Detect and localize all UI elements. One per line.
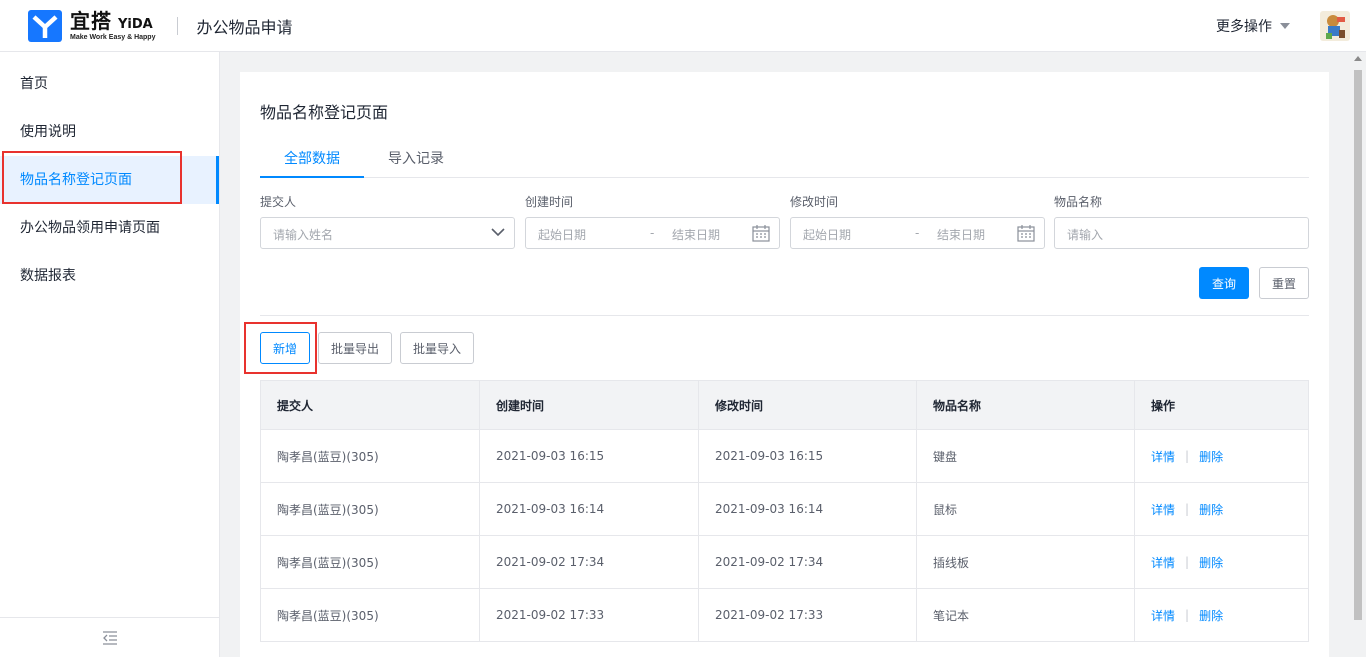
created-start-placeholder: 起始日期	[538, 228, 587, 242]
table-row: 陶孝昌(蓝豆)(305) 2021-09-02 17:34 2021-09-02…	[261, 535, 1308, 588]
column-header-actions: 操作	[1134, 381, 1308, 429]
cell-submitter: 陶孝昌(蓝豆)(305)	[277, 555, 379, 570]
cell-modified: 2021-09-03 16:14	[698, 483, 916, 535]
sidebar-item-home[interactable]: 首页	[0, 60, 219, 108]
item-name-placeholder: 请输入	[1067, 228, 1104, 242]
page-scrollbar[interactable]	[1350, 52, 1366, 657]
detail-link[interactable]: 详情	[1151, 607, 1175, 624]
sidebar-item-data-report[interactable]: 数据报表	[0, 252, 219, 300]
collapse-menu-icon	[102, 630, 117, 645]
submitter-label: 提交人	[260, 195, 297, 209]
table-header-row: 提交人 创建时间 修改时间 物品名称 操作	[261, 381, 1308, 429]
search-button[interactable]: 查询	[1199, 267, 1249, 299]
action-separator: |	[1185, 608, 1190, 622]
yida-logo-icon	[28, 9, 62, 42]
created-end-placeholder: 结束日期	[672, 228, 721, 242]
cell-actions: 详情 | 删除	[1134, 536, 1308, 588]
cell-item: 插线板	[916, 536, 1134, 588]
cell-item: 鼠标	[916, 483, 1134, 535]
submitter-placeholder: 请输入姓名	[273, 228, 334, 242]
created-range-separator: -	[650, 226, 655, 240]
cell-actions: 详情 | 删除	[1134, 483, 1308, 535]
created-date-range[interactable]: 起始日期 - 结束日期	[525, 217, 780, 249]
detail-link[interactable]: 详情	[1151, 501, 1175, 518]
cell-created: 2021-09-02 17:33	[479, 589, 698, 641]
cell-actions: 详情 | 删除	[1134, 589, 1308, 641]
top-header: 宜搭 YiDA Make Work Easy & Happy 办公物品申请 更多…	[0, 0, 1366, 52]
tabs: 全部数据 导入记录	[260, 148, 1309, 178]
modified-end-placeholder: 结束日期	[937, 228, 986, 242]
cell-submitter: 陶孝昌(蓝豆)(305)	[277, 608, 379, 623]
cell-submitter: 陶孝昌(蓝豆)(305)	[277, 502, 379, 517]
action-separator: |	[1185, 502, 1190, 516]
table-row: 陶孝昌(蓝豆)(305) 2021-09-02 17:33 2021-09-02…	[261, 588, 1308, 641]
batch-export-button[interactable]: 批量导出	[318, 332, 392, 364]
filter-divider	[260, 315, 1309, 316]
user-avatar[interactable]	[1320, 11, 1350, 41]
more-operations-label: 更多操作	[1216, 19, 1272, 35]
page-title: 物品名称登记页面	[260, 103, 389, 122]
yida-logo[interactable]: 宜搭 YiDA Make Work Easy & Happy	[28, 8, 156, 42]
table-row: 陶孝昌(蓝豆)(305) 2021-09-03 16:15 2021-09-03…	[261, 429, 1308, 482]
main-card: 物品名称登记页面 全部数据 导入记录 提交人 请输入姓名 创建时间 起始日期 -…	[240, 72, 1329, 657]
action-separator: |	[1185, 555, 1190, 569]
modified-range-separator: -	[915, 226, 920, 240]
logo-slogan: Make Work Easy & Happy	[70, 33, 156, 41]
delete-link[interactable]: 删除	[1199, 501, 1223, 518]
submitter-select[interactable]: 请输入姓名	[260, 217, 515, 249]
tab-import-records-label: 导入记录	[388, 151, 444, 167]
tab-all-data-label: 全部数据	[284, 151, 340, 167]
sidebar-item-instructions[interactable]: 使用说明	[0, 108, 219, 156]
cell-actions: 详情 | 删除	[1134, 430, 1308, 482]
column-header-modified: 修改时间	[698, 381, 916, 429]
column-header-submitter: 提交人	[277, 398, 314, 413]
scrollbar-thumb[interactable]	[1354, 70, 1362, 620]
collapse-sidebar-button[interactable]	[0, 617, 219, 657]
add-button-highlight-box	[244, 322, 317, 374]
modified-time-label: 修改时间	[790, 195, 839, 209]
logo-cn-text: 宜搭	[70, 8, 112, 33]
modified-date-range[interactable]: 起始日期 - 结束日期	[790, 217, 1045, 249]
reset-button[interactable]: 重置	[1259, 267, 1309, 299]
caret-down-icon	[1280, 23, 1290, 29]
cell-submitter: 陶孝昌(蓝豆)(305)	[277, 449, 379, 464]
sidebar: 首页 使用说明 物品名称登记页面 办公物品领用申请页面 数据报表	[0, 52, 220, 657]
cell-item: 笔记本	[916, 589, 1134, 641]
sidebar-highlight-box	[2, 151, 182, 204]
delete-link[interactable]: 删除	[1199, 554, 1223, 571]
cell-created: 2021-09-03 16:14	[479, 483, 698, 535]
chevron-down-icon	[491, 225, 505, 242]
item-name-label: 物品名称	[1054, 195, 1103, 209]
calendar-icon	[1017, 225, 1035, 245]
cell-modified: 2021-09-03 16:15	[698, 430, 916, 482]
cell-modified: 2021-09-02 17:34	[698, 536, 916, 588]
column-header-item: 物品名称	[916, 381, 1134, 429]
cell-modified: 2021-09-02 17:33	[698, 589, 916, 641]
table-row: 陶孝昌(蓝豆)(305) 2021-09-03 16:14 2021-09-03…	[261, 482, 1308, 535]
more-operations-dropdown[interactable]: 更多操作	[1216, 16, 1290, 36]
delete-link[interactable]: 删除	[1199, 607, 1223, 624]
batch-import-button[interactable]: 批量导入	[400, 332, 474, 364]
modified-start-placeholder: 起始日期	[803, 228, 852, 242]
data-table: 提交人 创建时间 修改时间 物品名称 操作 陶孝昌(蓝豆)(305) 2021-…	[260, 380, 1309, 642]
scroll-up-arrow-icon[interactable]	[1354, 56, 1362, 61]
app-title: 办公物品申请	[196, 17, 293, 37]
cell-item: 键盘	[916, 430, 1134, 482]
detail-link[interactable]: 详情	[1151, 448, 1175, 465]
sidebar-item-office-supplies-request[interactable]: 办公物品领用申请页面	[0, 204, 219, 252]
tab-import-records[interactable]: 导入记录	[364, 148, 468, 178]
detail-link[interactable]: 详情	[1151, 554, 1175, 571]
tab-all-data[interactable]: 全部数据	[260, 148, 364, 178]
column-header-created: 创建时间	[479, 381, 698, 429]
header-divider	[177, 16, 179, 35]
calendar-icon	[752, 225, 770, 245]
created-time-label: 创建时间	[525, 195, 574, 209]
item-name-input[interactable]: 请输入	[1054, 217, 1309, 249]
cell-created: 2021-09-02 17:34	[479, 536, 698, 588]
logo-en-text: YiDA	[118, 16, 153, 32]
delete-link[interactable]: 删除	[1199, 448, 1223, 465]
action-separator: |	[1185, 449, 1190, 463]
cell-created: 2021-09-03 16:15	[479, 430, 698, 482]
